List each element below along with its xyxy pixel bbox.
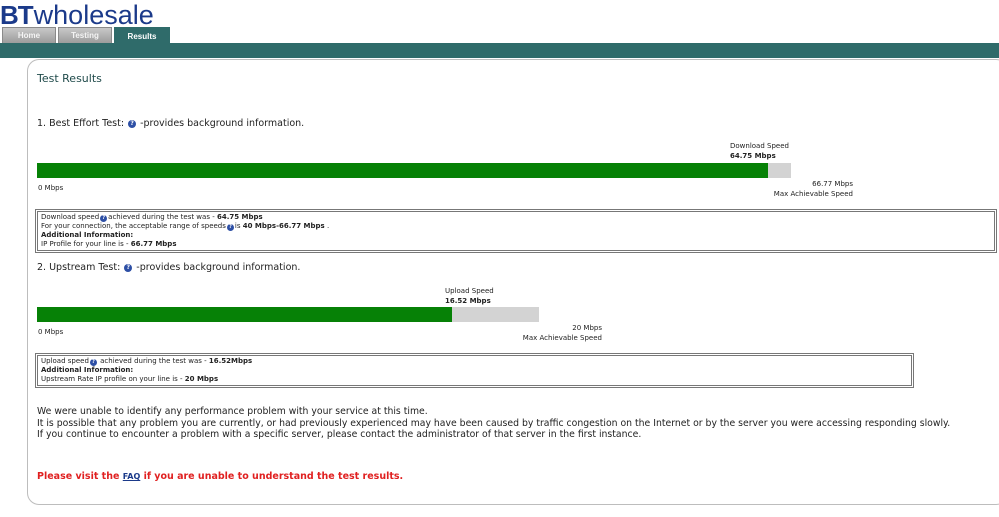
best-effort-heading-text: 1. Best Effort Test:: [37, 118, 125, 129]
upload-info-line1-mid: achieved during the test was -: [97, 357, 209, 365]
upload-info-line3-value: 20 Mbps: [184, 375, 219, 383]
upstream-heading: 2. Upstream Test: ? -provides background…: [37, 262, 300, 273]
upload-max-value: 20 Mbps: [572, 324, 602, 332]
download-max-caption: Max Achievable Speed: [773, 190, 853, 198]
faq-link[interactable]: FAQ: [123, 472, 141, 481]
upload-speed-track: [37, 307, 539, 322]
download-speed-value: 64.75 Mbps: [730, 152, 776, 160]
upload-max-caption: Max Achievable Speed: [522, 334, 602, 342]
info-icon[interactable]: ?: [226, 224, 234, 231]
download-info-line4-pre: IP Profile for your line is -: [41, 240, 131, 248]
download-max-value: 66.77 Mbps: [812, 180, 853, 188]
faq-notice-pre: Please visit the: [37, 471, 123, 482]
best-effort-heading-suffix: -provides background information.: [140, 118, 305, 129]
info-icon[interactable]: ?: [124, 263, 133, 272]
tab-testing[interactable]: Testing: [58, 27, 112, 43]
upstream-heading-suffix: -provides background information.: [136, 262, 301, 273]
upload-speed-label: Upload Speed 16.52 Mbps: [445, 286, 494, 306]
page-title: Test Results: [37, 72, 102, 85]
best-effort-heading: 1. Best Effort Test: ? -provides backgro…: [37, 118, 304, 129]
message-line1: We were unable to identify any performan…: [37, 406, 428, 417]
upload-max-label: 20 Mbps Max Achievable Speed: [502, 323, 602, 343]
upload-info-additional-label: Additional Information:: [41, 366, 134, 374]
upload-info-box: Upload speed? achieved during the test w…: [35, 353, 914, 388]
message-line2: It is possible that any problem you are …: [37, 417, 951, 429]
logo-bt: BT: [0, 0, 34, 30]
result-messages: We were unable to identify any performan…: [37, 406, 950, 441]
download-min-label: 0 Mbps: [38, 184, 64, 192]
upload-info-line1: Upload speed? achieved during the test w…: [41, 357, 908, 366]
faq-notice: Please visit the FAQ if you are unable t…: [37, 471, 403, 482]
upload-info-line1-pre: Upload speed: [41, 357, 89, 365]
tab-results[interactable]: Results: [114, 27, 170, 44]
download-speed-label: Download Speed 64.75 Mbps: [730, 141, 789, 161]
logo-wholesale: wholesale: [33, 0, 154, 30]
download-info-line1: Download speed? achieved during the test …: [41, 213, 991, 222]
message-line3: If you continue to encounter a problem w…: [37, 429, 642, 440]
upload-info-line1-value: 16.52Mbps: [208, 357, 253, 365]
download-info-additional-label: Additional Information:: [41, 231, 134, 239]
upstream-heading-text: 2. Upstream Test:: [37, 262, 121, 273]
download-max-label: 66.77 Mbps Max Achievable Speed: [760, 179, 853, 199]
info-icon[interactable]: ?: [128, 119, 137, 128]
info-icon[interactable]: ?: [89, 359, 97, 366]
upload-info-line3-pre: Upstream Rate IP profile on your line is…: [41, 375, 185, 383]
download-info-line2: For your connection, the acceptable rang…: [41, 222, 991, 231]
download-speed-fill: [37, 163, 769, 178]
download-info-line1-mid: achieved during the test was -: [108, 213, 217, 221]
upload-speed-fill: [37, 307, 452, 322]
download-info-additional: Additional Information:: [41, 231, 991, 240]
download-info-line4-value: 66.77 Mbps: [130, 240, 177, 248]
download-info-line1-pre: Download speed: [41, 213, 100, 221]
header-bar: [0, 43, 999, 58]
download-info-line2-mid: is: [234, 222, 243, 230]
download-speed-caption: Download Speed: [730, 142, 789, 150]
download-info-line4: IP Profile for your line is - 66.77 Mbps: [41, 240, 991, 249]
upload-speed-value: 16.52 Mbps: [445, 297, 491, 305]
upload-min-label: 0 Mbps: [38, 328, 64, 336]
download-info-line1-value: 64.75 Mbps: [216, 213, 263, 221]
upload-info-line3: Upstream Rate IP profile on your line is…: [41, 375, 908, 384]
tab-home[interactable]: Home: [2, 27, 56, 43]
upload-info-additional: Additional Information:: [41, 366, 908, 375]
download-info-line2-pre: For your connection, the acceptable rang…: [41, 222, 226, 230]
faq-notice-post: if you are unable to understand the test…: [140, 471, 404, 482]
info-icon[interactable]: ?: [100, 215, 108, 222]
download-info-line2-value: 40 Mbps-66.77 Mbps: [242, 222, 325, 230]
nav-tabs: Home Testing Results: [2, 27, 172, 44]
download-info-box: Download speed? achieved during the test …: [35, 209, 997, 253]
upload-speed-caption: Upload Speed: [445, 287, 494, 295]
download-info-line2-post: .: [324, 222, 330, 230]
bt-wholesale-logo: BT wholesale: [0, 0, 154, 30]
download-speed-track: [37, 163, 791, 178]
